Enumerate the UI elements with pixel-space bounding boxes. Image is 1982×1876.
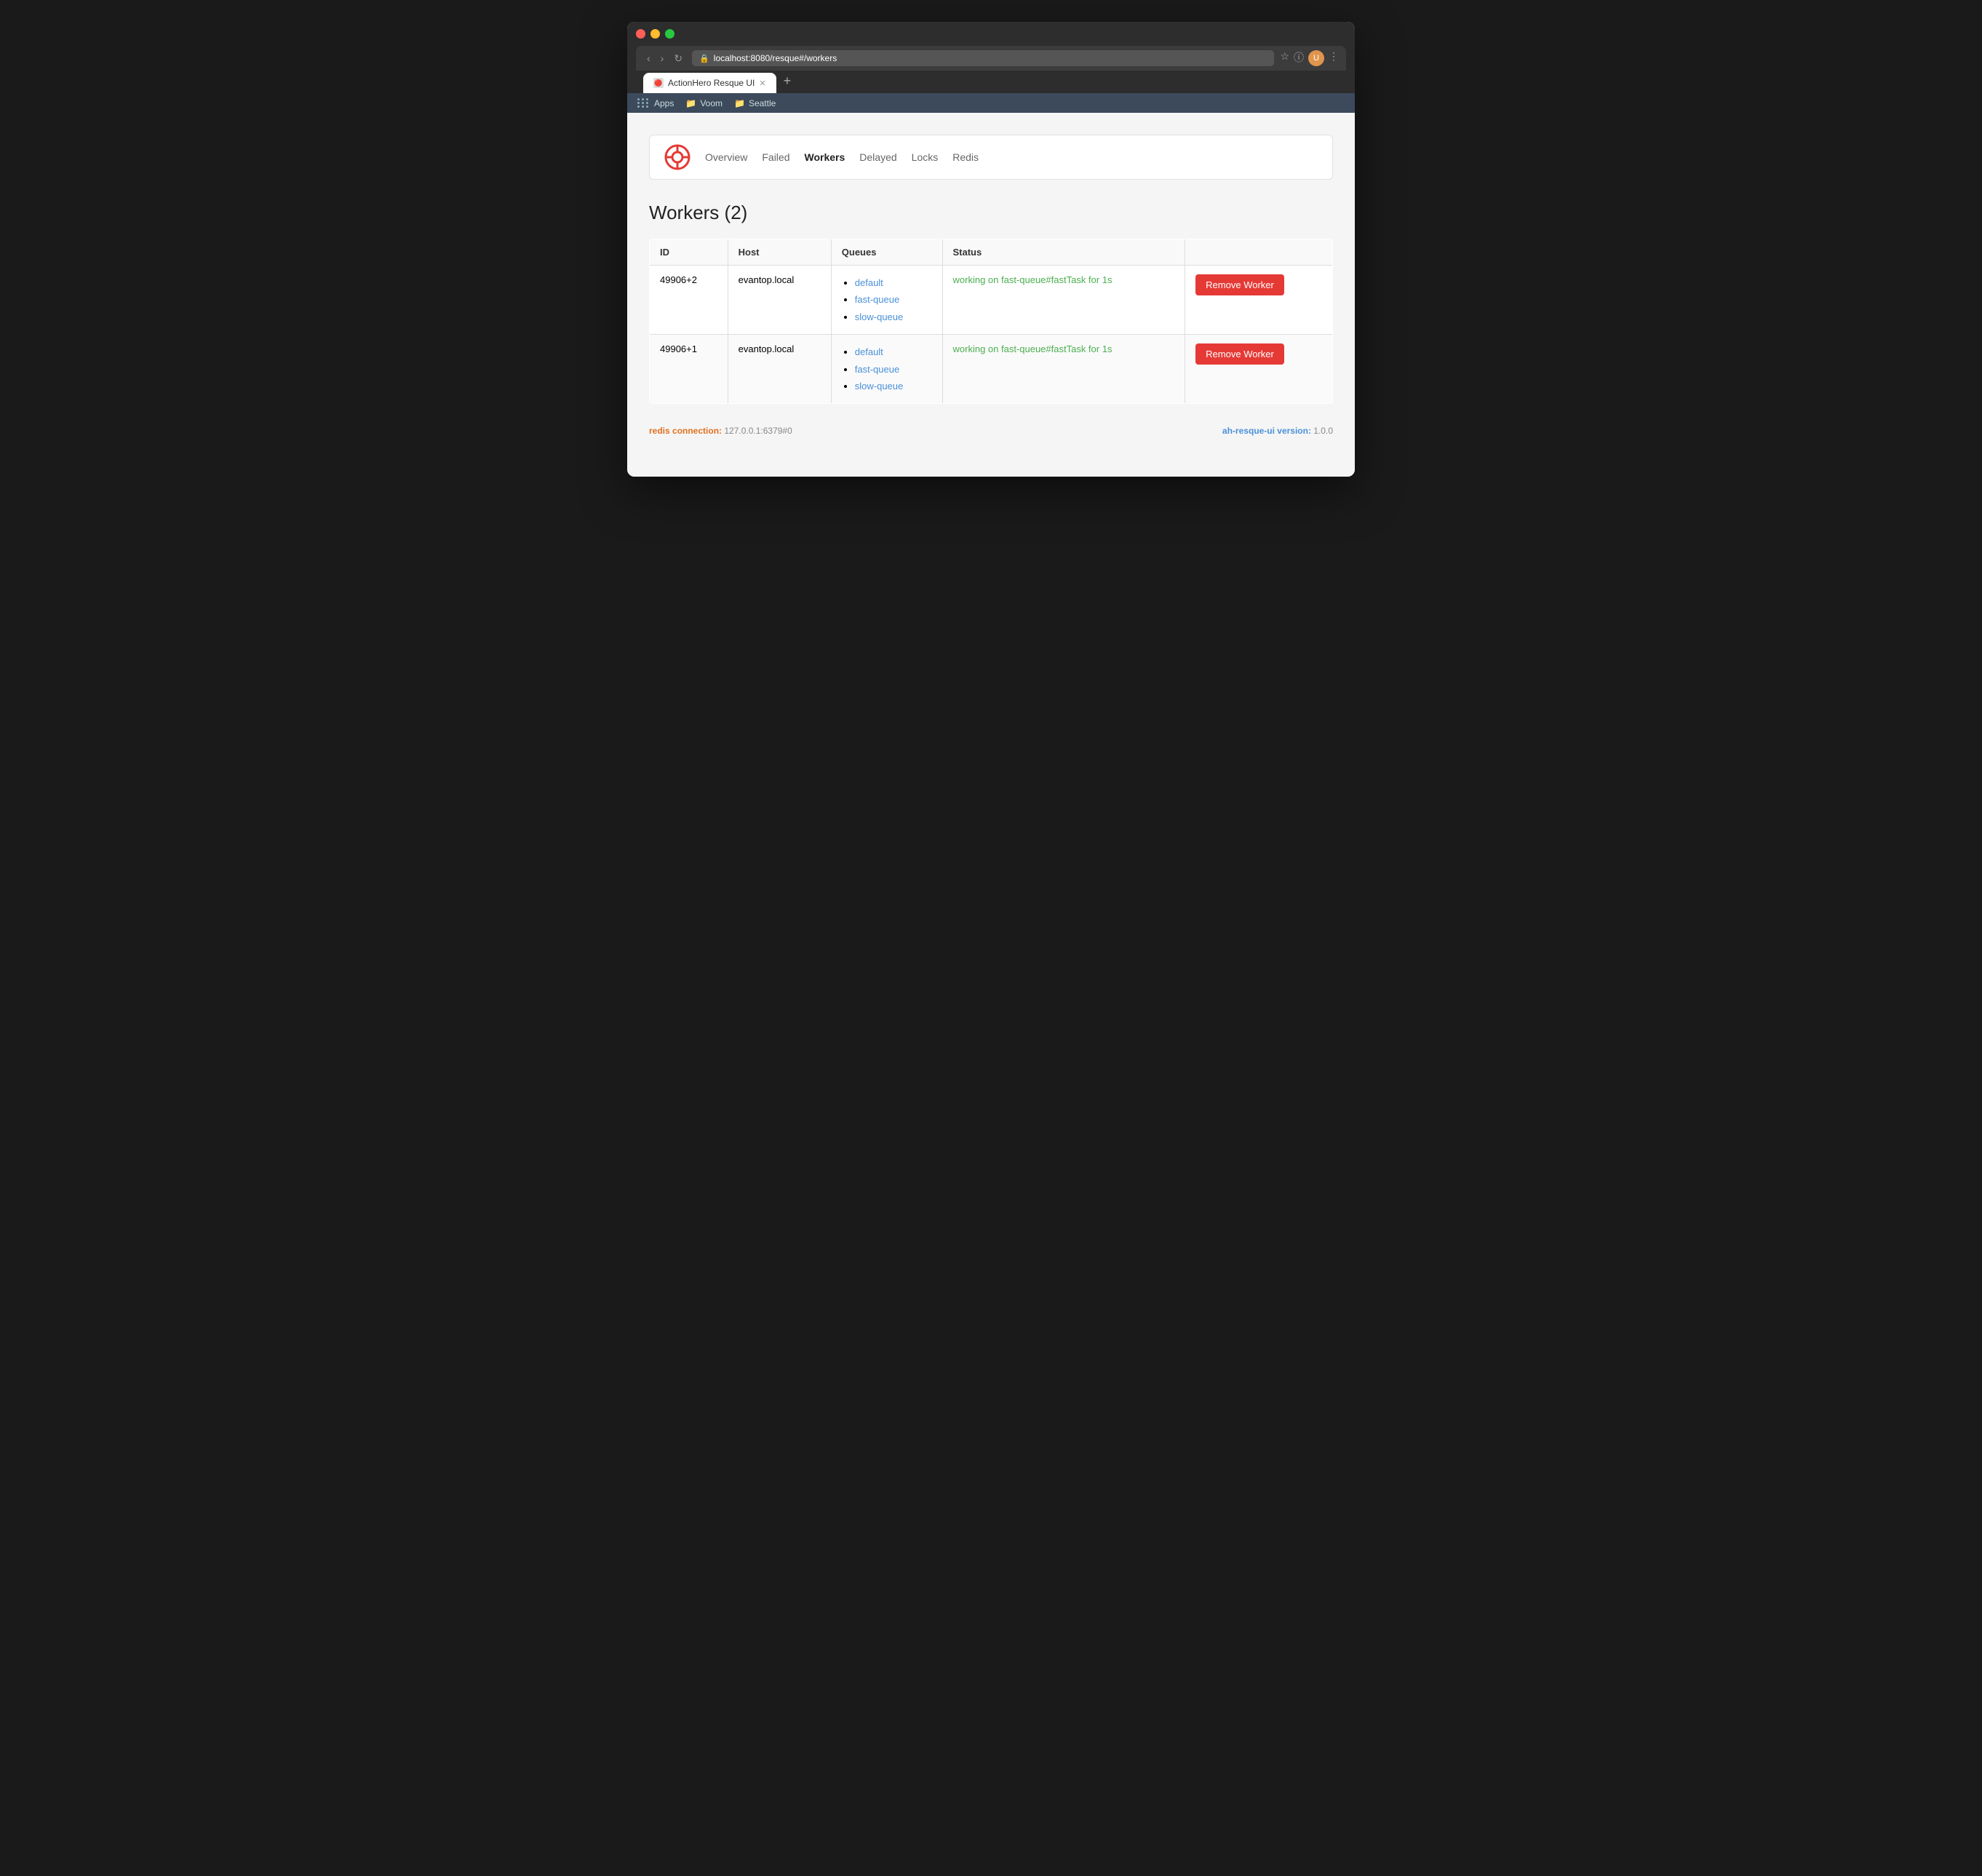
page-content: Overview Failed Workers Delayed Locks Re… [627, 113, 1355, 477]
queue-link[interactable]: slow-queue [855, 311, 904, 322]
browser-window: ‹ › ↻ 🔒 localhost:8080/resque#/workers ☆… [627, 22, 1355, 477]
forward-button[interactable]: › [657, 51, 668, 66]
worker-status: working on fast-queue#fastTask for 1s [942, 266, 1185, 335]
profile-icon[interactable]: U [1308, 50, 1324, 66]
voom-label: Voom [700, 98, 723, 108]
nav-locks[interactable]: Locks [912, 151, 939, 163]
queue-item: slow-queue [855, 378, 932, 394]
redis-value: 127.0.0.1:6379#0 [724, 426, 792, 436]
minimize-button[interactable] [650, 29, 660, 39]
menu-icon[interactable]: ⋮ [1329, 50, 1339, 66]
queue-item: fast-queue [855, 361, 932, 378]
bookmark-icon[interactable]: ☆ [1280, 50, 1289, 66]
apps-bookmark[interactable]: Apps [636, 97, 674, 109]
redis-label: redis connection: [649, 426, 722, 436]
url-text: localhost:8080/resque#/workers [714, 53, 837, 63]
workers-table: ID Host Queues Status 49906+2evantop.loc… [649, 239, 1333, 404]
apps-label: Apps [654, 98, 674, 108]
worker-queues: default fast-queue slow-queue [831, 266, 942, 335]
app-nav: Overview Failed Workers Delayed Locks Re… [649, 135, 1333, 180]
queue-item: default [855, 274, 932, 291]
version-value: 1.0.0 [1313, 426, 1333, 436]
worker-host: evantop.local [728, 335, 831, 404]
queue-link[interactable]: default [855, 346, 883, 357]
worker-host: evantop.local [728, 266, 831, 335]
tab-close-icon[interactable]: ✕ [759, 79, 765, 88]
reload-button[interactable]: ↻ [670, 51, 686, 66]
queue-link[interactable]: default [855, 277, 883, 288]
seattle-label: Seattle [749, 98, 776, 108]
queue-link[interactable]: slow-queue [855, 381, 904, 392]
new-tab-button[interactable]: + [778, 71, 797, 92]
redis-connection: redis connection: 127.0.0.1:6379#0 [649, 426, 792, 436]
remove-worker-button[interactable]: Remove Worker [1195, 343, 1284, 365]
queue-link[interactable]: fast-queue [855, 294, 899, 305]
col-action [1185, 239, 1333, 266]
nav-failed[interactable]: Failed [762, 151, 789, 163]
nav-redis[interactable]: Redis [952, 151, 979, 163]
queue-link[interactable]: fast-queue [855, 364, 899, 375]
page-title: Workers (2) [649, 202, 1333, 224]
tab-title: ActionHero Resque UI [668, 78, 755, 88]
browser-chrome: ‹ › ↻ 🔒 localhost:8080/resque#/workers ☆… [627, 22, 1355, 93]
worker-id: 49906+1 [650, 335, 728, 404]
address-bar[interactable]: 🔒 localhost:8080/resque#/workers [692, 50, 1274, 66]
worker-action-cell: Remove Worker [1185, 266, 1333, 335]
worker-status: working on fast-queue#fastTask for 1s [942, 335, 1185, 404]
tab-bar: 🔴 ActionHero Resque UI ✕ + [636, 71, 1346, 93]
col-status: Status [942, 239, 1185, 266]
traffic-lights [636, 29, 1346, 39]
nav-buttons: ‹ › ↻ [643, 51, 686, 66]
back-button[interactable]: ‹ [643, 51, 654, 66]
info-icon[interactable]: ⓘ [1294, 50, 1304, 66]
voom-folder-icon: 📁 [685, 98, 696, 108]
remove-worker-button[interactable]: Remove Worker [1195, 274, 1284, 295]
nav-delayed[interactable]: Delayed [859, 151, 896, 163]
queue-item: default [855, 343, 932, 360]
resque-logo [664, 144, 690, 170]
worker-id: 49906+2 [650, 266, 728, 335]
voom-bookmark[interactable]: 📁 Voom [685, 98, 723, 108]
toolbar-actions: ☆ ⓘ U ⋮ [1280, 50, 1339, 66]
table-row: 49906+1evantop.local default fast-queue slo… [650, 335, 1333, 404]
worker-queues: default fast-queue slow-queue [831, 335, 942, 404]
col-queues: Queues [831, 239, 942, 266]
page-footer: redis connection: 127.0.0.1:6379#0 ah-re… [649, 426, 1333, 436]
col-host: Host [728, 239, 831, 266]
tab-favicon: 🔴 [653, 78, 664, 88]
lock-icon: 🔒 [699, 54, 709, 63]
worker-action-cell: Remove Worker [1185, 335, 1333, 404]
seattle-bookmark[interactable]: 📁 Seattle [734, 98, 776, 108]
nav-overview[interactable]: Overview [705, 151, 747, 163]
queue-item: fast-queue [855, 291, 932, 308]
active-tab[interactable]: 🔴 ActionHero Resque UI ✕ [643, 73, 776, 93]
close-button[interactable] [636, 29, 645, 39]
table-row: 49906+2evantop.local default fast-queue slo… [650, 266, 1333, 335]
maximize-button[interactable] [665, 29, 674, 39]
version-label: ah-resque-ui version: [1222, 426, 1311, 436]
queue-item: slow-queue [855, 309, 932, 325]
app-version: ah-resque-ui version: 1.0.0 [1222, 426, 1333, 436]
seattle-folder-icon: 📁 [734, 98, 745, 108]
col-id: ID [650, 239, 728, 266]
nav-workers[interactable]: Workers [805, 151, 845, 163]
bookmarks-bar: Apps 📁 Voom 📁 Seattle [627, 93, 1355, 113]
apps-grid-icon [636, 97, 650, 109]
browser-toolbar: ‹ › ↻ 🔒 localhost:8080/resque#/workers ☆… [636, 46, 1346, 71]
